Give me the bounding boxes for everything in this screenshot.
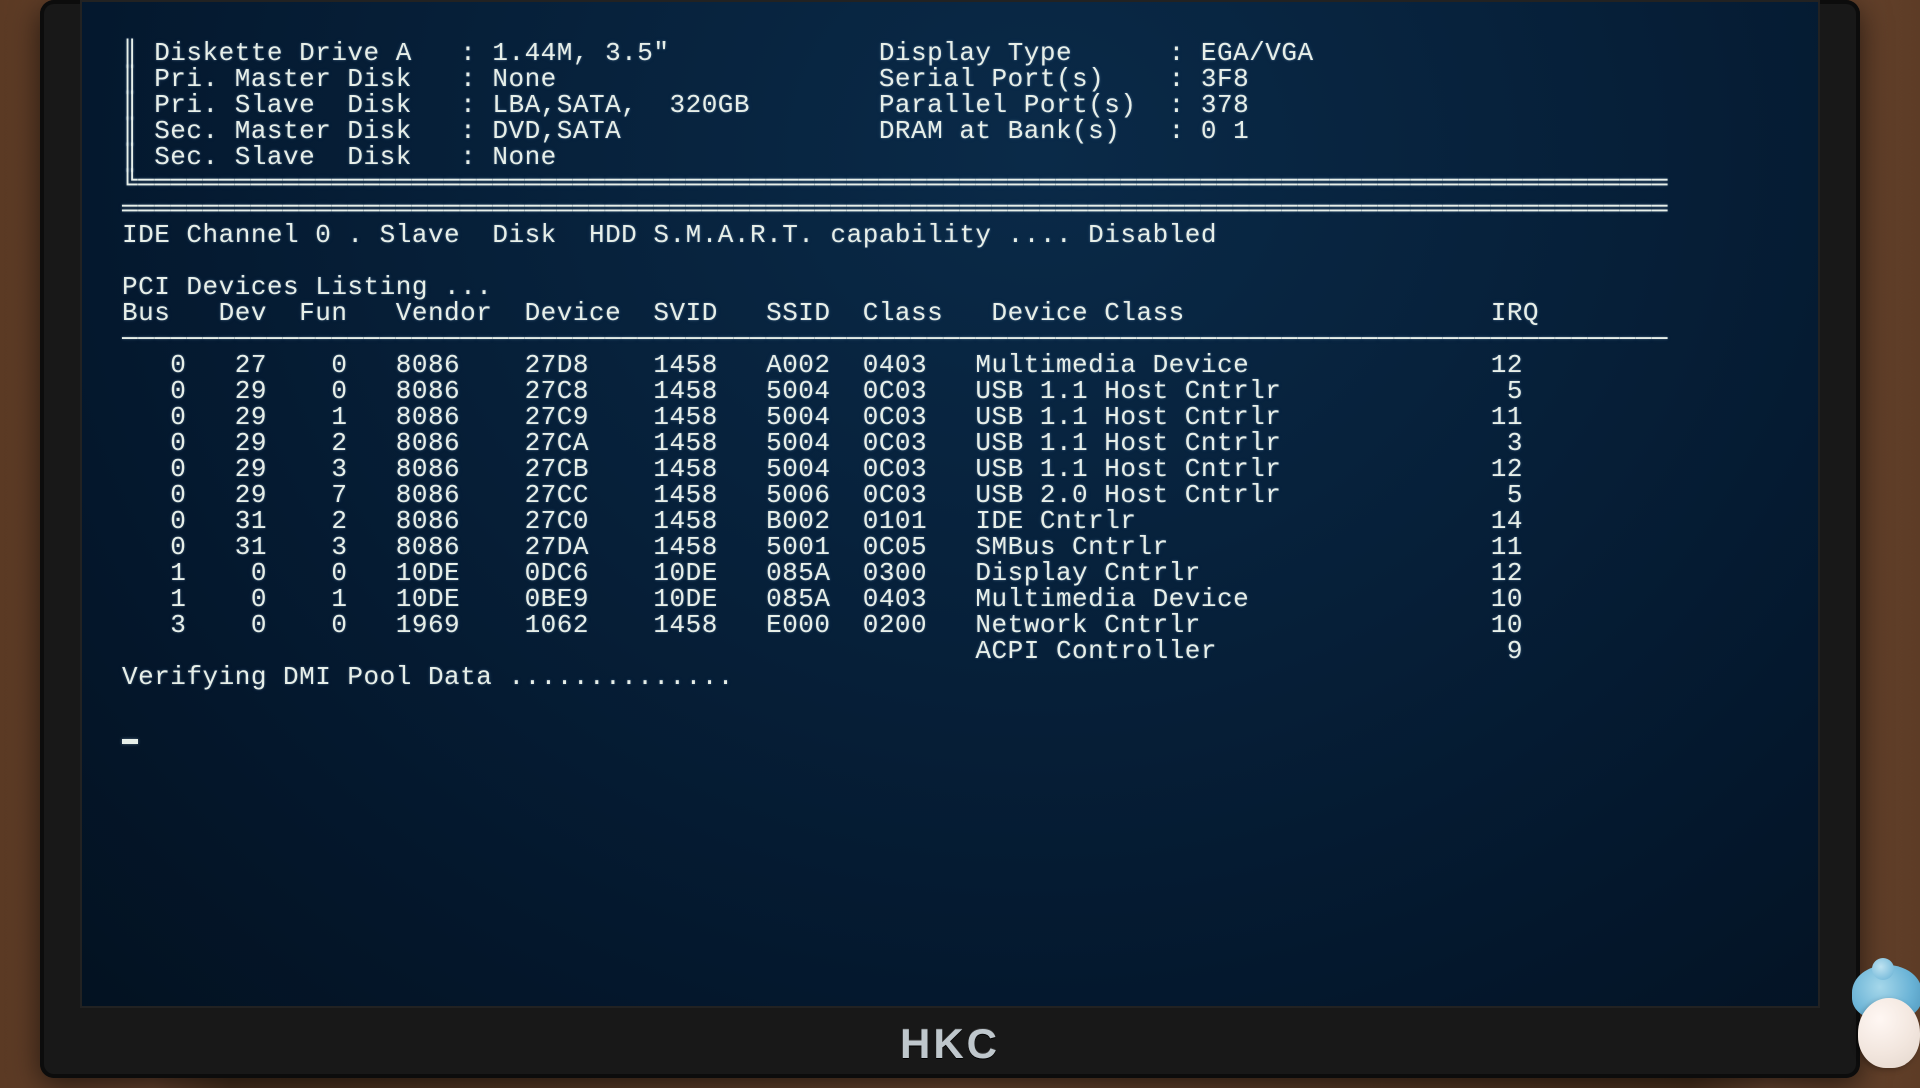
plush-toy-decoration [1850,948,1920,1068]
monitor-bezel: ║ Diskette Drive A : 1.44M, 3.5" Display… [40,0,1860,1078]
bios-post-text: ║ Diskette Drive A : 1.44M, 3.5" Display… [82,28,1818,744]
crt-lcd-screen: ║ Diskette Drive A : 1.44M, 3.5" Display… [80,0,1820,1008]
text-cursor [122,739,138,744]
monitor-brand-logo: HKC [900,1020,1000,1068]
